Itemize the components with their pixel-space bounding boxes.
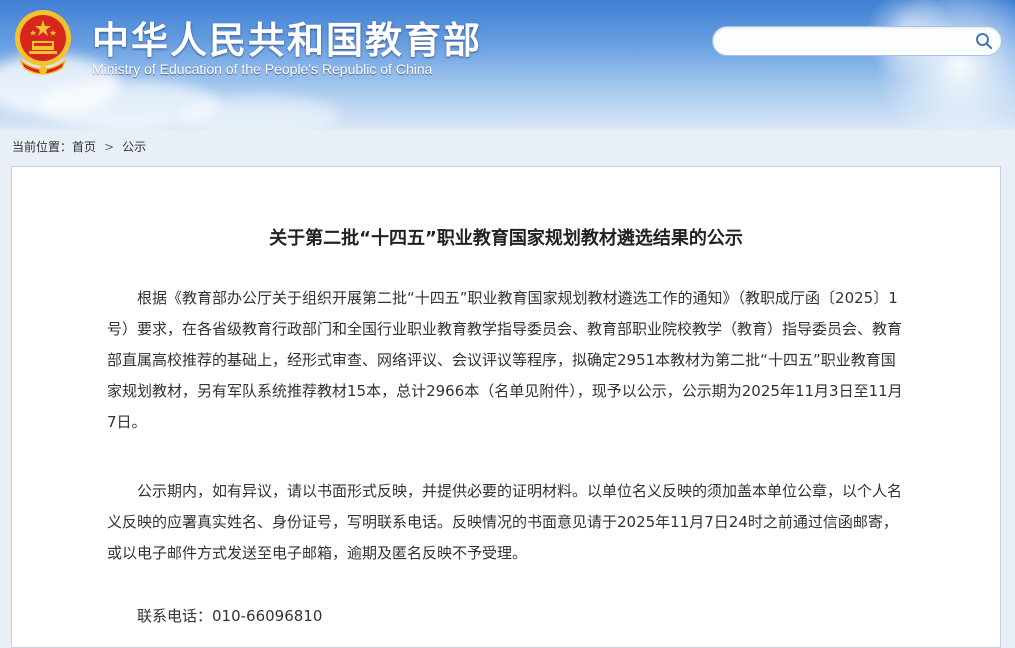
breadcrumb-separator: > [104, 140, 115, 154]
article-paragraph: 根据《教育部办公厅关于组织开展第二批“十四五”职业教育国家规划教材遴选工作的通知… [107, 289, 903, 431]
breadcrumb-label: 当前位置： [12, 140, 73, 154]
site-header: 中华人民共和国教育部 Ministry of Education of the … [0, 0, 1015, 130]
breadcrumb: 当前位置：首页 > 公示 [12, 138, 146, 155]
national-emblem-icon[interactable] [12, 8, 74, 78]
search-box[interactable] [712, 26, 1002, 56]
article-panel: 关于第二批“十四五”职业教育国家规划教材遴选结果的公示 根据《教育部办公厅关于组… [11, 166, 1001, 648]
article-paragraph: 公示期内，如有异议，请以书面形式反映，并提供必要的证明材料。以单位名义反映的须加… [107, 482, 903, 562]
site-subtitle: Ministry of Education of the People's Re… [92, 61, 433, 77]
search-input[interactable] [725, 31, 969, 53]
article-title: 关于第二批“十四五”职业教育国家规划教材遴选结果的公示 [269, 228, 743, 249]
cloud-decoration [180, 95, 340, 130]
search-icon[interactable] [975, 32, 993, 50]
breadcrumb-notice-link[interactable]: 公示 [122, 140, 146, 154]
site-title[interactable]: 中华人民共和国教育部 [92, 10, 482, 64]
breadcrumb-home-link[interactable]: 首页 [72, 140, 96, 154]
contact-phone: 联系电话：010-66096810 [137, 607, 323, 625]
